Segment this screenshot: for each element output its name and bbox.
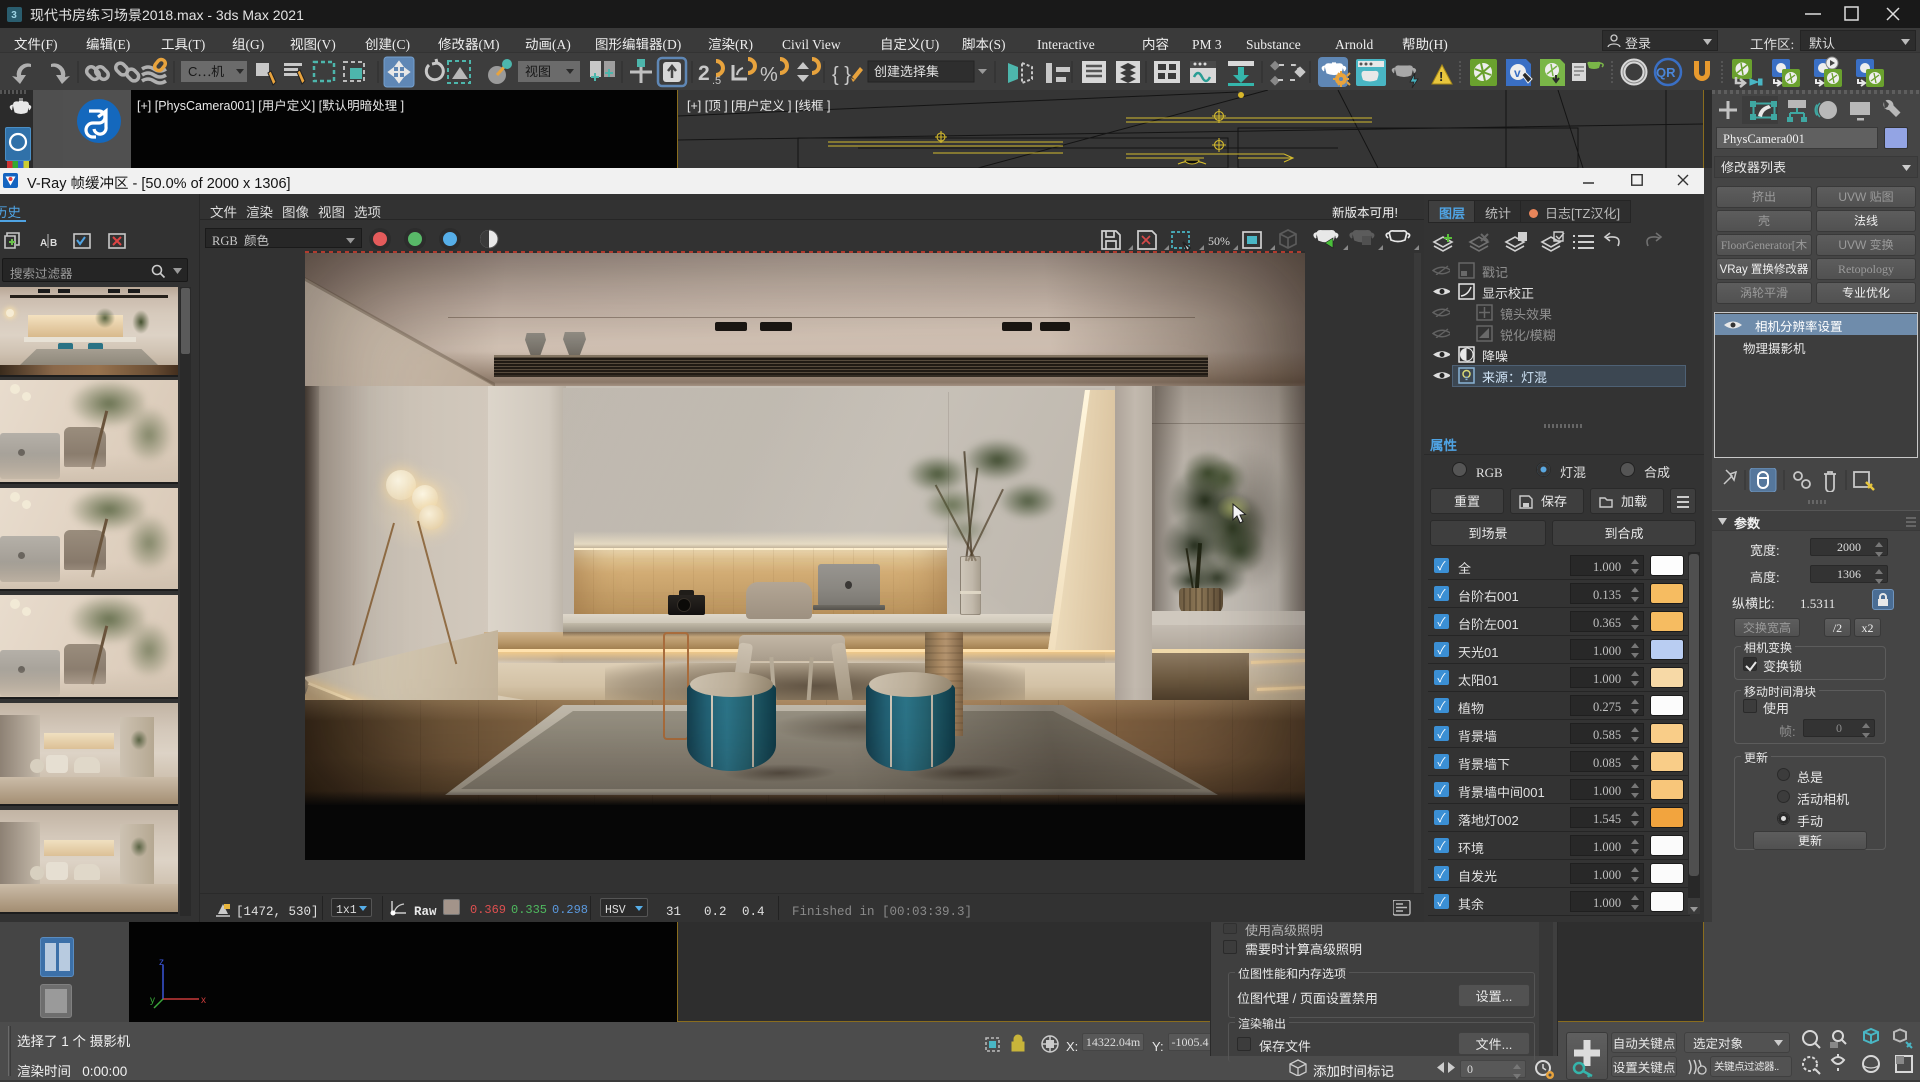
svg-text:x: x bbox=[201, 991, 206, 1006]
svg-text:QR: QR bbox=[1656, 62, 1676, 81]
svg-text:A: A bbox=[40, 234, 47, 249]
svg-text:视图: 视图 bbox=[525, 61, 551, 80]
svg-text:50%: 50% bbox=[1208, 234, 1230, 248]
svg-text:C…机: C…机 bbox=[188, 61, 224, 80]
svg-text:3: 3 bbox=[11, 6, 17, 21]
svg-text:y: y bbox=[150, 991, 155, 1006]
svg-text:!: ! bbox=[1439, 66, 1443, 85]
svg-text:z: z bbox=[159, 957, 164, 968]
svg-text:%: % bbox=[760, 58, 778, 87]
svg-text:B: B bbox=[50, 234, 57, 249]
svg-text:v: v bbox=[1514, 64, 1521, 81]
svg-text:创建选择集: 创建选择集 bbox=[874, 61, 939, 80]
svg-text:2: 2 bbox=[698, 57, 710, 87]
svg-text:{ }: { } bbox=[832, 58, 851, 87]
